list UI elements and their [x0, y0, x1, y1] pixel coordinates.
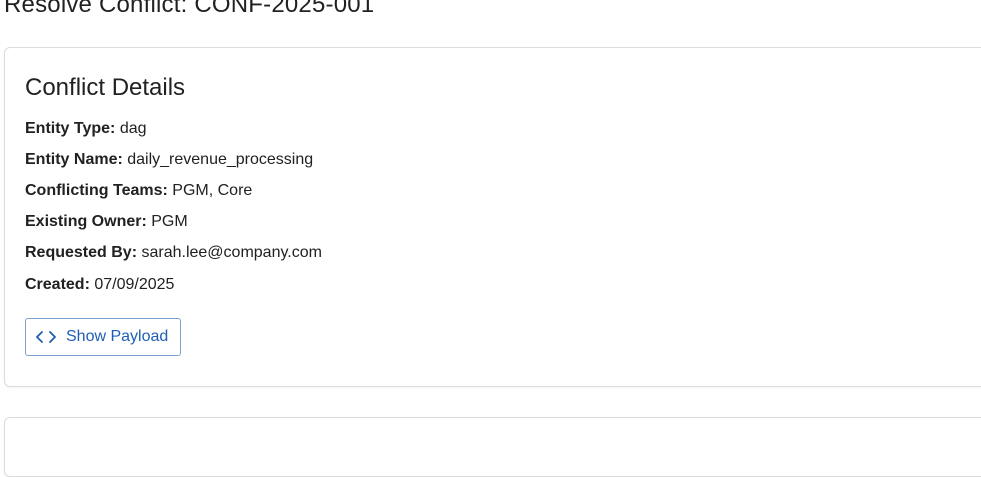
detail-label: Existing Owner: — [25, 213, 147, 230]
detail-value: PGM — [151, 213, 188, 230]
next-card — [4, 417, 981, 477]
detail-entity-type: Entity Type: dag — [25, 119, 147, 139]
detail-label: Conflicting Teams: — [25, 182, 168, 199]
detail-label: Entity Name: — [25, 151, 123, 168]
detail-value: sarah.lee@company.com — [141, 244, 322, 261]
conflict-details-card: Conflict Details Entity Type: dag Entity… — [4, 47, 981, 387]
code-icon — [36, 330, 56, 344]
detail-value: daily_revenue_processing — [127, 151, 314, 168]
detail-value: 07/09/2025 — [94, 276, 175, 293]
show-payload-label: Show Payload — [66, 328, 169, 345]
detail-value: dag — [119, 120, 147, 137]
detail-value: PGM, Core — [172, 182, 253, 199]
detail-conflicting-teams: Conflicting Teams: PGM, Core — [25, 181, 252, 201]
detail-existing-owner: Existing Owner: PGM — [25, 212, 188, 232]
detail-label: Created: — [25, 276, 90, 293]
detail-label: Entity Type: — [25, 120, 116, 137]
show-payload-button[interactable]: Show Payload — [25, 318, 182, 356]
page-title: Resolve Conflict: CONF-2025-001 — [4, 0, 375, 18]
detail-created: Created: 07/09/2025 — [25, 275, 174, 295]
detail-entity-name: Entity Name: daily_revenue_processing — [25, 150, 313, 170]
detail-requested-by: Requested By: sarah.lee@company.com — [25, 243, 322, 263]
detail-label: Requested By: — [25, 244, 138, 261]
card-title: Conflict Details — [25, 74, 186, 101]
